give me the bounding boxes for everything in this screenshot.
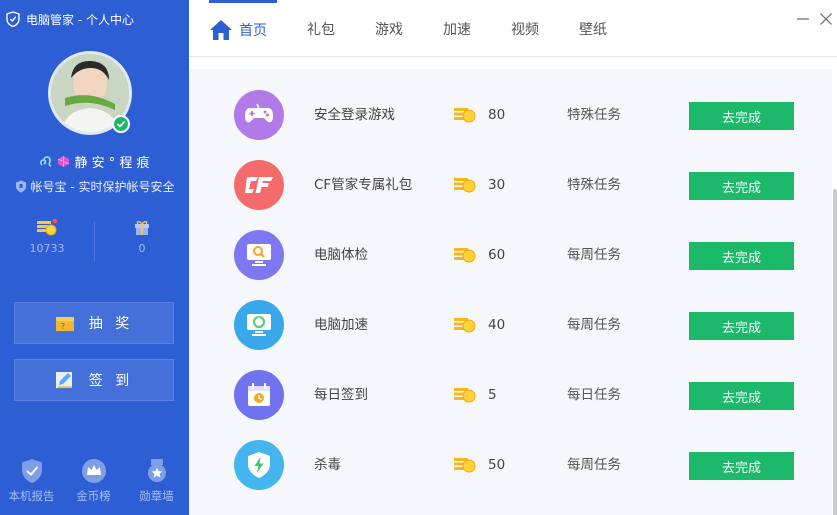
- task-name: CF管家专属礼包: [314, 177, 413, 193]
- scrollbar[interactable]: [833, 189, 837, 515]
- task-name: 每日签到: [314, 387, 368, 403]
- task-name: 电脑体检: [314, 247, 368, 263]
- avatar[interactable]: [48, 51, 132, 135]
- verified-check-icon: [112, 115, 130, 133]
- task-reward: 40: [488, 317, 506, 333]
- guard-shield-icon: [15, 180, 26, 192]
- coin-icon: [454, 178, 476, 193]
- task-row: 每日签到 5 每日任务 去完成: [189, 362, 832, 432]
- tab-gift[interactable]: 礼包: [307, 0, 335, 57]
- coin-icon: [454, 318, 476, 333]
- task-area: 安全登录游戏 80 特殊任务 去完成 CF管家专属礼包 30 特殊任务 去完成 …: [189, 57, 837, 515]
- medal-nav[interactable]: 勋章墙: [125, 458, 188, 515]
- calendar-clock-icon: [234, 370, 284, 420]
- tab-game-label: 游戏: [375, 21, 403, 38]
- tab-game[interactable]: 游戏: [375, 0, 403, 57]
- complete-task-button[interactable]: 去完成: [689, 102, 794, 130]
- complete-task-button[interactable]: 去完成: [689, 312, 794, 340]
- app-shield-icon: [6, 11, 20, 27]
- coin-stat[interactable]: 10733: [0, 218, 94, 264]
- medal-icon: [147, 459, 166, 482]
- lottery-box-icon: ?: [55, 314, 75, 332]
- gamepad-icon: [234, 90, 284, 140]
- tab-wallpaper-label: 壁纸: [579, 21, 607, 38]
- tab-video-label: 视频: [511, 21, 539, 38]
- coin-icon: [454, 458, 476, 473]
- medal-nav-label: 勋章墙: [139, 489, 174, 503]
- close-icon[interactable]: [819, 12, 833, 26]
- monitor-speed-icon: [234, 300, 284, 350]
- username-row: 静 安 ° 程 痕: [0, 151, 189, 171]
- top-nav: 首页 礼包 游戏 加速 视频 壁纸: [189, 0, 837, 57]
- coin-stack-icon: [37, 218, 58, 236]
- gift-stat[interactable]: 0: [95, 218, 189, 264]
- task-reward: 80: [488, 107, 506, 123]
- signin-pen-icon: [55, 371, 75, 389]
- app-title: 电脑管家 - 个人中心: [6, 10, 134, 28]
- tab-gift-label: 礼包: [307, 21, 335, 38]
- task-row: 电脑加速 40 每周任务 去完成: [189, 292, 832, 362]
- coin-rank-nav[interactable]: 金币榜: [62, 458, 125, 515]
- monitor-search-icon: [234, 230, 284, 280]
- coin-count: 10733: [29, 242, 65, 255]
- report-nav[interactable]: 本机报告: [0, 458, 63, 515]
- guard-text: 帐号宝 - 实时保护帐号安全: [30, 179, 175, 194]
- complete-task-button[interactable]: 去完成: [689, 242, 794, 270]
- lottery-button[interactable]: ? 抽 奖: [14, 302, 174, 344]
- lottery-label: 抽 奖: [88, 316, 134, 332]
- report-nav-label: 本机报告: [8, 489, 55, 503]
- tab-home-label: 首页: [239, 23, 267, 39]
- sidebar: 电脑管家 - 个人中心 静 安 ° 程 痕 帐号宝 - 实时保护帐号安全 107…: [0, 0, 189, 515]
- task-type: 每日任务: [567, 387, 621, 403]
- task-name: 杀毒: [314, 457, 341, 473]
- complete-task-button[interactable]: 去完成: [689, 452, 794, 480]
- task-type: 每周任务: [567, 247, 621, 263]
- stats: 10733 0: [0, 218, 189, 264]
- gem-badge-icon: [57, 155, 70, 168]
- task-row: 杀毒 50 每周任务 去完成: [189, 432, 832, 502]
- gift-count: 0: [138, 242, 146, 255]
- svg-text:?: ?: [61, 322, 69, 331]
- task-name: 安全登录游戏: [314, 107, 395, 123]
- task-row: 电脑体检 60 每周任务 去完成: [189, 222, 832, 292]
- task-reward: 50: [488, 457, 506, 473]
- zodiac-leo-icon: [39, 154, 53, 168]
- app-title-text: 电脑管家 - 个人中心: [26, 12, 134, 27]
- tab-speed-label: 加速: [443, 21, 471, 38]
- bottom-nav: 本机报告 金币榜 勋章墙: [0, 458, 189, 515]
- task-reward: 60: [488, 247, 506, 263]
- shield-check-icon: [21, 459, 42, 483]
- task-row: 安全登录游戏 80 特殊任务 去完成: [189, 82, 832, 152]
- coin-icon: [454, 248, 476, 263]
- task-type: 特殊任务: [567, 177, 621, 193]
- tab-speed[interactable]: 加速: [443, 0, 471, 57]
- crown-icon: [81, 459, 106, 483]
- username: 静 安 ° 程 痕: [74, 155, 150, 171]
- coin-icon: [454, 108, 476, 123]
- tab-wallpaper[interactable]: 壁纸: [579, 0, 607, 57]
- task-name: 电脑加速: [314, 317, 368, 333]
- task-list: 安全登录游戏 80 特殊任务 去完成 CF管家专属礼包 30 特殊任务 去完成 …: [189, 69, 832, 515]
- complete-task-button[interactable]: 去完成: [689, 382, 794, 410]
- minimize-icon[interactable]: [796, 12, 810, 26]
- tab-video[interactable]: 视频: [511, 0, 539, 57]
- home-icon: [210, 20, 232, 40]
- cf-logo-icon: [234, 160, 284, 210]
- coin-rank-nav-label: 金币榜: [76, 489, 111, 503]
- task-type: 每周任务: [567, 317, 621, 333]
- gift-icon: [135, 221, 149, 235]
- signin-button[interactable]: 签 到: [14, 359, 174, 401]
- task-reward: 30: [488, 177, 506, 193]
- shield-bolt-icon: [234, 440, 284, 490]
- task-type: 每周任务: [567, 457, 621, 473]
- coin-icon: [454, 388, 476, 403]
- tab-home[interactable]: 首页: [209, 0, 277, 57]
- complete-task-button[interactable]: 去完成: [689, 172, 794, 200]
- task-reward: 5: [488, 387, 497, 403]
- signin-label: 签 到: [88, 373, 134, 389]
- task-type: 特殊任务: [567, 107, 621, 123]
- account-guard[interactable]: 帐号宝 - 实时保护帐号安全: [0, 176, 189, 196]
- task-row: CF管家专属礼包 30 特殊任务 去完成: [189, 152, 832, 222]
